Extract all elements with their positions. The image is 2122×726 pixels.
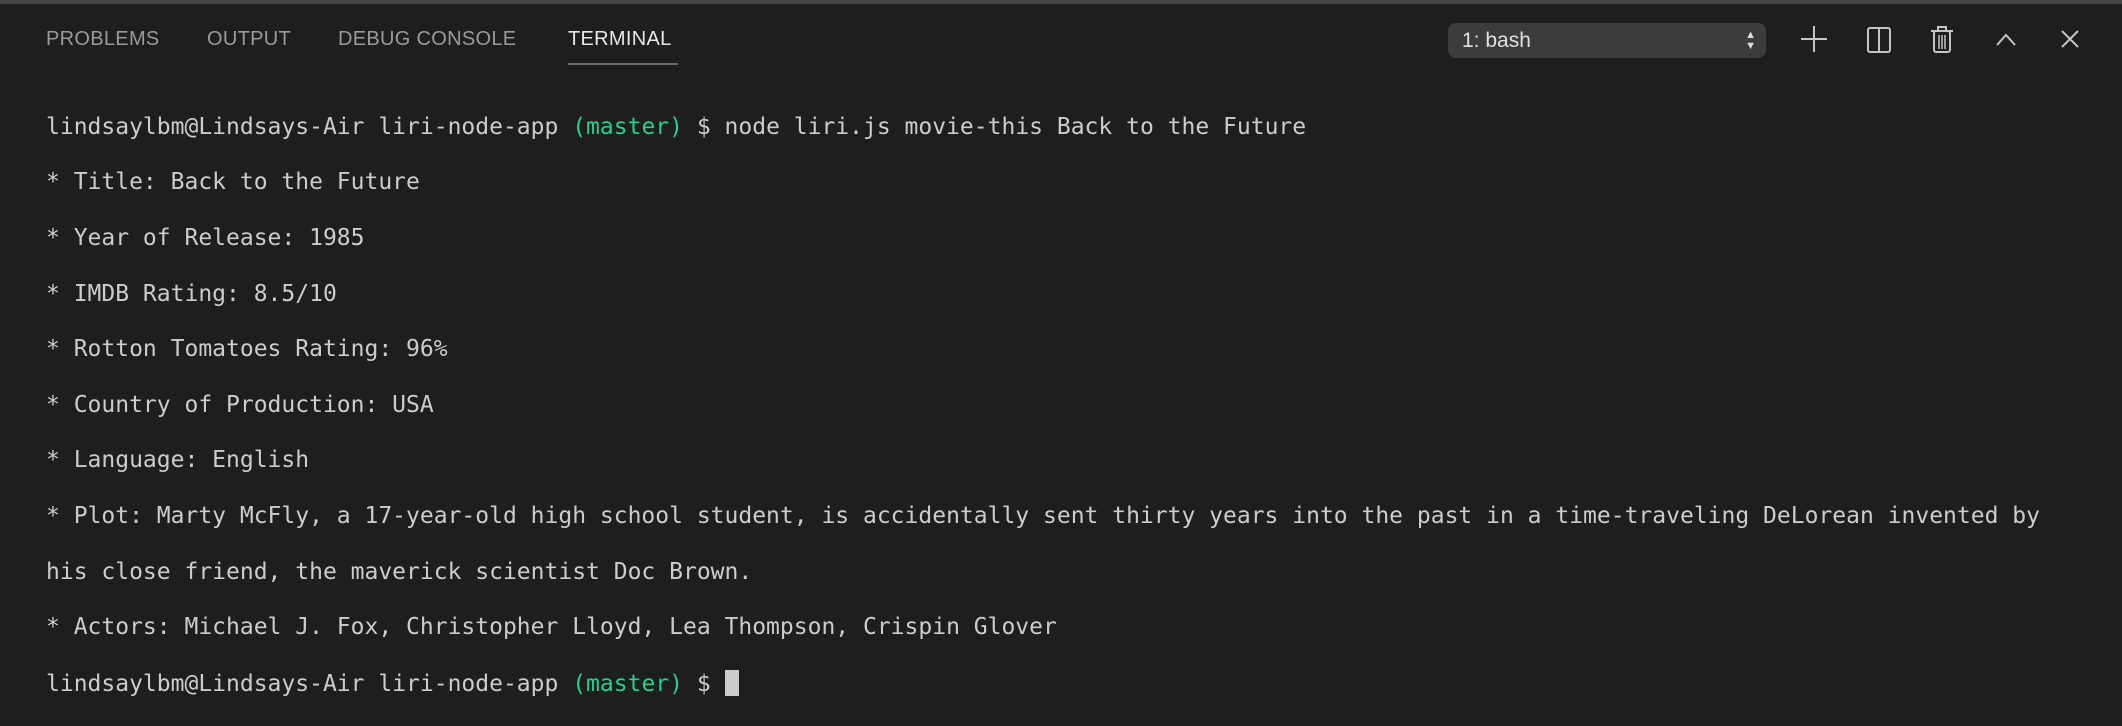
chevron-up-icon[interactable] xyxy=(1989,22,2023,56)
output-line: his close friend, the maverick scientist… xyxy=(46,558,753,585)
output-line: * Language: English xyxy=(46,447,310,474)
prompt-line[interactable]: lindsaylbm@Lindsays-Air liri-node-app (m… xyxy=(46,669,2092,699)
split-icon[interactable] xyxy=(1862,22,1896,56)
output-line: * Rotton Tomatoes Rating: 96% xyxy=(46,336,448,363)
trash-icon[interactable] xyxy=(1925,22,1959,56)
output-line: * Plot: Marty McFly, a 17-year-old high … xyxy=(46,502,2040,529)
output-line: * Title: Back to the Future xyxy=(46,169,420,196)
tab-terminal[interactable]: TERMINAL xyxy=(568,28,672,51)
terminal-output[interactable]: lindsaylbm@Lindsays-Air liri-node-app (m… xyxy=(46,86,2092,726)
terminal-cursor xyxy=(724,669,739,696)
output-line: * Year of Release: 1985 xyxy=(46,224,365,251)
tab-output[interactable]: OUTPUT xyxy=(207,28,291,51)
panel-top-border xyxy=(0,0,2122,4)
plus-icon[interactable] xyxy=(1797,22,1831,56)
output-line: * IMDB Rating: 8.5/10 xyxy=(46,280,337,307)
prompt-branch: (master) xyxy=(572,113,683,140)
tab-debug-console[interactable]: DEBUG CONSOLE xyxy=(338,28,516,51)
prompt-user: lindsaylbm@Lindsays-Air liri-node-app xyxy=(46,113,573,140)
prompt-branch: (master) xyxy=(572,670,683,697)
terminal-selector[interactable]: 1: bash ▲ ▼ xyxy=(1448,23,1766,58)
output-line: * Country of Production: USA xyxy=(46,391,434,418)
active-tab-indicator xyxy=(568,63,678,65)
terminal-selector-value: 1: bash xyxy=(1462,29,1531,52)
prompt-user: lindsaylbm@Lindsays-Air liri-node-app xyxy=(46,670,573,697)
updown-arrows-icon: ▲ ▼ xyxy=(1745,28,1756,52)
command-line: lindsaylbm@Lindsays-Air liri-node-app (m… xyxy=(46,114,2092,142)
prompt-symbol: $ xyxy=(682,113,725,140)
output-line: * Actors: Michael J. Fox, Christopher Ll… xyxy=(46,614,1057,641)
command-text: node liri.js movie-this Back to the Futu… xyxy=(724,113,1307,140)
tab-problems[interactable]: PROBLEMS xyxy=(46,28,160,51)
prompt-symbol: $ xyxy=(682,670,725,697)
close-icon[interactable] xyxy=(2053,22,2087,56)
